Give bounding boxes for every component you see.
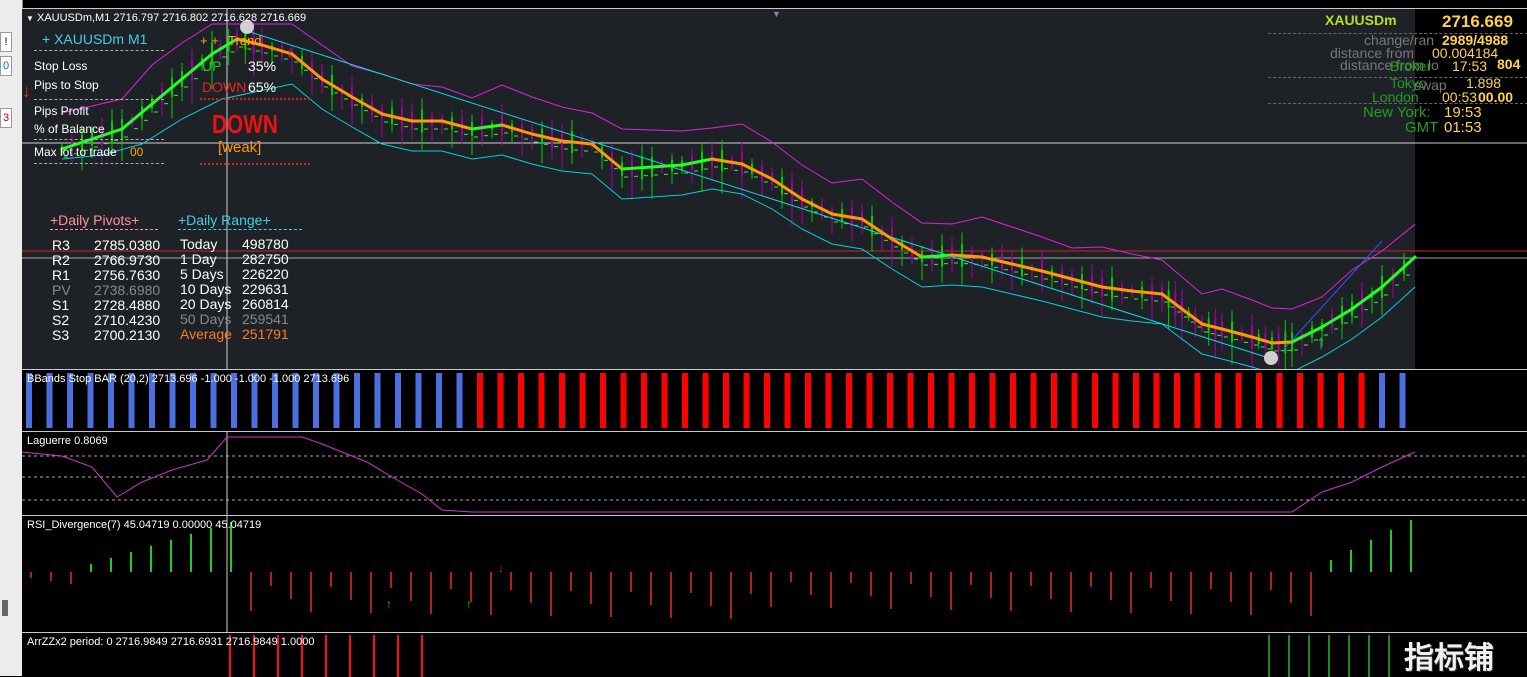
- gmt-label: GMT: [1405, 119, 1439, 136]
- down-label: DOWN: [202, 79, 247, 95]
- max-lot-label: Max lot to trade: [34, 145, 117, 159]
- rsi-subwindow[interactable]: ↑ ↑ ↓ RSI_Divergence(7) 45.04719 0.00000…: [22, 515, 1527, 632]
- rsi-canvas: ↑ ↑ ↓: [30, 516, 1412, 632]
- max-lot-value: 00: [130, 145, 144, 159]
- pivot-name: R3: [52, 237, 70, 253]
- divider: [50, 229, 158, 230]
- svg-text:↓: ↓: [22, 81, 31, 101]
- balance-label: % of Balance: [34, 122, 105, 136]
- symbol-name: XAUUSDm: [1325, 12, 1397, 28]
- divider: [34, 139, 164, 140]
- swap-value: 00.00: [1478, 89, 1514, 105]
- range-value: 229631: [242, 281, 289, 297]
- pivot-name: R2: [52, 252, 70, 268]
- laguerre-canvas: [22, 432, 1527, 515]
- divider: [200, 163, 310, 165]
- laguerre-title: Laguerre 0.8069: [27, 435, 108, 447]
- pivot-value: 2710.4230: [94, 312, 161, 328]
- range-label: Average: [180, 326, 232, 342]
- pivot-name: S1: [52, 297, 70, 313]
- stop-loss-label: Stop Loss: [34, 59, 88, 73]
- dropdown-icon[interactable]: ▼: [26, 14, 34, 23]
- svg-text:↑: ↑: [386, 597, 392, 611]
- current-price: 2716.669: [1442, 12, 1513, 31]
- info-arrows: + +: [200, 33, 219, 48]
- zigzag-title: ArrZZx2 period: 0 2716.9849 2716.6931 27…: [27, 636, 315, 648]
- distance-low-value: 804: [1497, 56, 1521, 72]
- pivot-name: S2: [52, 312, 70, 328]
- svg-text:↓: ↓: [498, 561, 504, 575]
- toolbar-button-1[interactable]: !: [0, 32, 12, 52]
- range-value: 226220: [242, 266, 289, 282]
- terminal-window: ! 0 3 ↑ ↓ ↓ ▼ XAUUSDm,M1 2716.797 2716.8…: [0, 0, 1527, 677]
- trend-label: Trend: [228, 33, 262, 48]
- pivot-value: 2756.7630: [94, 267, 161, 283]
- toolbar-button-3[interactable]: 3: [0, 108, 12, 128]
- up-percent: 35%: [248, 58, 277, 74]
- divider: [200, 98, 310, 100]
- pips-profit-label: Pips Profit: [34, 104, 89, 118]
- pivot-name: S3: [52, 327, 70, 343]
- pivot-value: 2766.9730: [94, 252, 161, 268]
- range-label: 20 Days: [180, 296, 232, 312]
- svg-text:↑: ↑: [466, 597, 472, 611]
- strength-text: [weak]: [218, 139, 262, 156]
- broker-label: Broker: [1390, 58, 1432, 74]
- laguerre-subwindow[interactable]: Laguerre 0.8069: [22, 431, 1527, 515]
- pivots-header: +Daily Pivots+: [50, 212, 140, 228]
- zigzag-subwindow[interactable]: ArrZZx2 period: 0 2716.9849 2716.6931 27…: [22, 632, 1527, 677]
- bbands-subwindow[interactable]: BBands Stop BAR (20,2) 2713.696 -1.000 -…: [22, 369, 1527, 431]
- down-percent: 65%: [248, 79, 277, 95]
- chart-title: ▼ XAUUSDm,M1 2716.797 2716.802 2716.628 …: [26, 12, 306, 24]
- range-value: 282750: [242, 251, 289, 267]
- range-value: 251791: [242, 326, 289, 342]
- divider: [34, 99, 164, 100]
- watermark-logo: 指标铺: [1404, 642, 1494, 675]
- range-label: Today: [180, 236, 218, 252]
- pivot-name: R1: [52, 267, 70, 283]
- pips-to-stop-label: Pips to Stop: [34, 78, 99, 92]
- signal-text: DOWN: [212, 109, 278, 139]
- scroll-marker-icon[interactable]: ▼: [772, 9, 781, 19]
- range-label: 10 Days: [180, 281, 232, 297]
- main-chart[interactable]: ↑ ↓ ↓ ▼ XAUUSDm,M1 2716.797 2716.802 271…: [22, 8, 1527, 369]
- range-label: 50 Days: [180, 311, 232, 327]
- ohlc-values: 2716.797 2716.802 2716.628 2716.669: [113, 12, 307, 24]
- scroll-handle[interactable]: [2, 600, 8, 616]
- bbands-title: BBands Stop BAR (20,2) 2713.696 -1.000 -…: [27, 373, 350, 385]
- up-label: UP: [202, 58, 222, 74]
- broker-time: 17:53: [1452, 58, 1488, 74]
- pivot-value: 2785.0380: [94, 237, 161, 253]
- toolbar-button-2[interactable]: 0: [0, 56, 12, 76]
- info-header: + XAUUSDm M1: [42, 31, 148, 47]
- range-label: 1 Day: [180, 251, 217, 267]
- pivot-value: 2738.6980: [94, 282, 161, 298]
- daily-range-header: +Daily Range+: [178, 212, 271, 228]
- gmt-time: 01:53: [1444, 119, 1482, 136]
- divider: [178, 229, 302, 230]
- range-value: 260814: [242, 296, 289, 312]
- pivot-value: 2728.4880: [94, 297, 161, 313]
- pivot-value: 2700.2130: [94, 327, 161, 343]
- svg-text:↑: ↑: [1316, 332, 1326, 354]
- divider: [34, 50, 164, 51]
- london-time: 00:53: [1442, 89, 1478, 105]
- pivot-name: PV: [52, 282, 71, 298]
- london-label: London: [1372, 89, 1419, 105]
- symbol-timeframe: XAUUSDm,M1: [36, 12, 111, 24]
- left-toolbar: ! 0 3: [0, 0, 23, 676]
- range-value: 259541: [242, 311, 289, 327]
- range-value: 498780: [242, 236, 289, 252]
- range-label: 5 Days: [180, 266, 224, 282]
- divider: [34, 163, 164, 164]
- svg-text:↓: ↓: [286, 44, 294, 61]
- rsi-title: RSI_Divergence(7) 45.04719 0.00000 45.04…: [27, 519, 262, 531]
